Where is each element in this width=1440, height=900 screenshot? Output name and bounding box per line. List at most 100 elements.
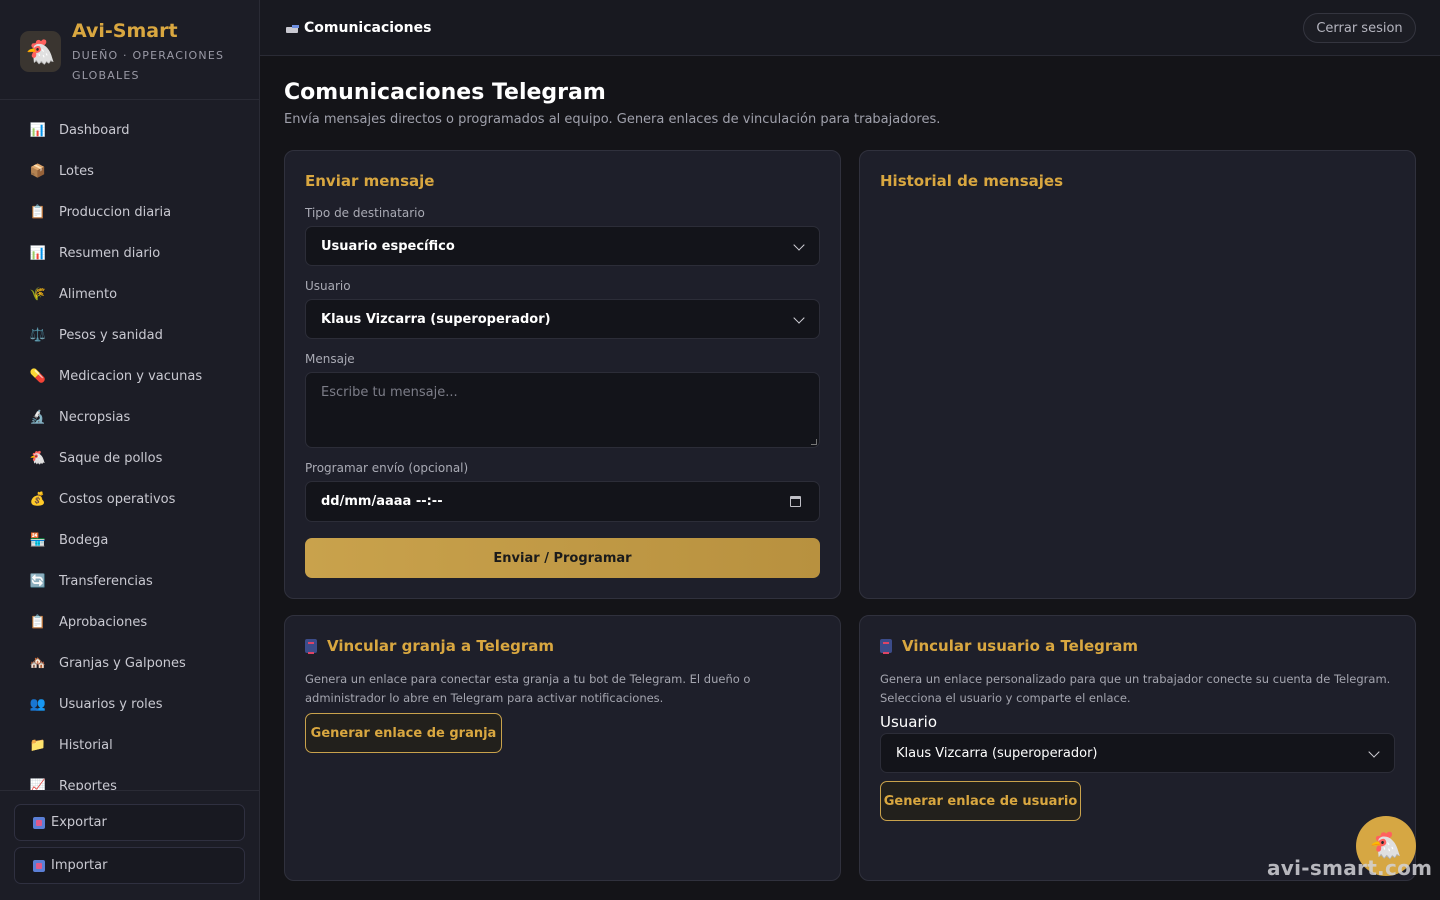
sidebar-item-dashboard[interactable]: 📊 Dashboard [0, 110, 259, 151]
brand-subtitle: DUEÑO · OPERACIONES GLOBALES [72, 49, 225, 82]
farm-link-title: Vincular granja a Telegram [305, 637, 554, 655]
store-icon: 🏪 [29, 533, 47, 548]
sidebar-item-label: Saque de pollos [59, 451, 163, 466]
clipboard-icon [33, 859, 45, 872]
topbar-title-text: Comunicaciones [304, 20, 432, 36]
sidebar-item-bodega[interactable]: 🏪 Bodega [0, 520, 259, 561]
houses-icon: 🏘️ [29, 656, 47, 671]
user-label: Usuario [305, 279, 351, 293]
sidebar-item-label: Historial [59, 738, 113, 753]
user-link-user-select[interactable]: Klaus Vizcarra (superoperador) [880, 733, 1395, 773]
watermark: avi-smart.com [1267, 856, 1433, 880]
clipboard-icon [33, 816, 45, 829]
sidebar-item-label: Bodega [59, 533, 109, 548]
calendar-icon[interactable] [790, 496, 801, 507]
sidebar-item-label: Usuarios y roles [59, 697, 163, 712]
chicken-icon: 🐔 [29, 451, 47, 466]
logout-button[interactable]: Cerrar sesion [1303, 13, 1416, 43]
schedule-value: dd/mm/aaaa --:-- [321, 494, 443, 509]
import-label: Importar [51, 858, 108, 873]
generate-farm-link-button[interactable]: Generar enlace de granja [305, 713, 502, 753]
import-button[interactable]: Importar [14, 847, 245, 884]
chevron-down-icon [1368, 746, 1380, 758]
sidebar-item-produccion-diaria[interactable]: 📋 Produccion diaria [0, 192, 259, 233]
microscope-icon: 🔬 [29, 410, 47, 425]
sidebar-item-label: Alimento [59, 287, 118, 302]
schedule-label: Programar envío (opcional) [305, 461, 469, 475]
mailbox-icon [286, 23, 300, 33]
brand-header: 🐔 Avi-Smart DUEÑO · OPERACIONES GLOBALES [0, 0, 259, 100]
user-link-title-text: Vincular usuario a Telegram [902, 637, 1139, 655]
sidebar-item-label: Costos operativos [59, 492, 176, 507]
farm-link-title-text: Vincular granja a Telegram [327, 637, 554, 655]
user-select-value: Klaus Vizcarra (superoperador) [321, 311, 551, 327]
message-placeholder: Escribe tu mensaje... [321, 385, 458, 400]
sidebar-item-costos-operativos[interactable]: 💰 Costos operativos [0, 479, 259, 520]
user-select[interactable]: Klaus Vizcarra (superoperador) [305, 299, 820, 339]
recipient-type-label: Tipo de destinatario [305, 206, 425, 220]
package-icon: 📦 [29, 164, 47, 179]
sidebar-item-reportes[interactable]: 📈 Reportes [0, 766, 259, 790]
user-link-title: Vincular usuario a Telegram [880, 637, 1138, 655]
bar-chart-icon: 📊 [29, 246, 47, 261]
recipient-type-value: Usuario específico [321, 238, 455, 254]
bar-chart-icon: 📊 [29, 123, 47, 138]
grain-icon: 🌾 [29, 287, 47, 302]
page-title: Comunicaciones Telegram [284, 80, 606, 105]
abacus-icon [305, 639, 317, 654]
line-chart-icon: 📈 [29, 779, 47, 790]
page-subtitle: Envía mensajes directos o programados al… [284, 112, 941, 127]
sidebar-item-label: Resumen diario [59, 246, 161, 261]
sidebar: 🐔 Avi-Smart DUEÑO · OPERACIONES GLOBALES… [0, 0, 260, 900]
sidebar-item-lotes[interactable]: 📦 Lotes [0, 151, 259, 192]
schedule-datetime-input[interactable]: dd/mm/aaaa --:-- [305, 481, 820, 522]
sidebar-item-label: Dashboard [59, 123, 130, 138]
sidebar-item-aprobaciones[interactable]: 📋 Aprobaciones [0, 602, 259, 643]
sidebar-item-pesos-sanidad[interactable]: ⚖️ Pesos y sanidad [0, 315, 259, 356]
pill-icon: 💊 [29, 369, 47, 384]
user-link-user-label: Usuario [880, 713, 938, 731]
chevron-down-icon [793, 312, 805, 324]
chevron-down-icon [793, 239, 805, 251]
farm-link-card: Vincular granja a Telegram Genera un enl… [284, 615, 841, 881]
refresh-icon: 🔄 [29, 574, 47, 589]
folder-icon: 📁 [29, 738, 47, 753]
sidebar-item-historial[interactable]: 📁 Historial [0, 725, 259, 766]
sidebar-item-label: Pesos y sanidad [59, 328, 163, 343]
sidebar-item-resumen-diario[interactable]: 📊 Resumen diario [0, 233, 259, 274]
sidebar-item-label: Lotes [59, 164, 94, 179]
send-schedule-button[interactable]: Enviar / Programar [305, 538, 820, 578]
message-label: Mensaje [305, 352, 355, 366]
resize-handle-icon[interactable] [811, 439, 817, 445]
user-link-user-value: Klaus Vizcarra (superoperador) [896, 745, 1098, 761]
message-history-card: Historial de mensajes [859, 150, 1416, 599]
brand-title: Avi-Smart [72, 20, 178, 42]
sidebar-footer: Exportar Importar [0, 790, 259, 900]
sidebar-item-label: Reportes [59, 779, 117, 790]
sidebar-item-alimento[interactable]: 🌾 Alimento [0, 274, 259, 315]
message-textarea[interactable]: Escribe tu mensaje... [305, 372, 820, 448]
export-button[interactable]: Exportar [14, 804, 245, 841]
sidebar-item-medicacion-vacunas[interactable]: 💊 Medicacion y vacunas [0, 356, 259, 397]
scale-icon: ⚖️ [29, 328, 47, 343]
clipboard-icon: 📋 [29, 615, 47, 630]
sidebar-item-granjas-galpones[interactable]: 🏘️ Granjas y Galpones [0, 643, 259, 684]
sidebar-item-label: Aprobaciones [59, 615, 148, 630]
sidebar-item-transferencias[interactable]: 🔄 Transferencias [0, 561, 259, 602]
sidebar-item-saque-pollos[interactable]: 🐔 Saque de pollos [0, 438, 259, 479]
clipboard-icon: 📋 [29, 205, 47, 220]
sidebar-item-label: Medicacion y vacunas [59, 369, 203, 384]
sidebar-item-necropsias[interactable]: 🔬 Necropsias [0, 397, 259, 438]
abacus-icon [880, 639, 892, 654]
export-label: Exportar [51, 815, 107, 830]
sidebar-nav: 📊 Dashboard 📦 Lotes 📋 Produccion diaria 📊 Re… [0, 110, 259, 790]
generate-user-link-button[interactable]: Generar enlace de usuario [880, 781, 1081, 821]
recipient-type-select[interactable]: Usuario específico [305, 226, 820, 266]
sidebar-item-usuarios-roles[interactable]: 👥 Usuarios y roles [0, 684, 259, 725]
sidebar-item-label: Necropsias [59, 410, 131, 425]
history-title: Historial de mensajes [880, 172, 1064, 190]
money-bag-icon: 💰 [29, 492, 47, 507]
sidebar-item-label: Produccion diaria [59, 205, 172, 220]
topbar: Comunicaciones Cerrar sesion [260, 0, 1440, 56]
sidebar-item-label: Transferencias [59, 574, 153, 589]
